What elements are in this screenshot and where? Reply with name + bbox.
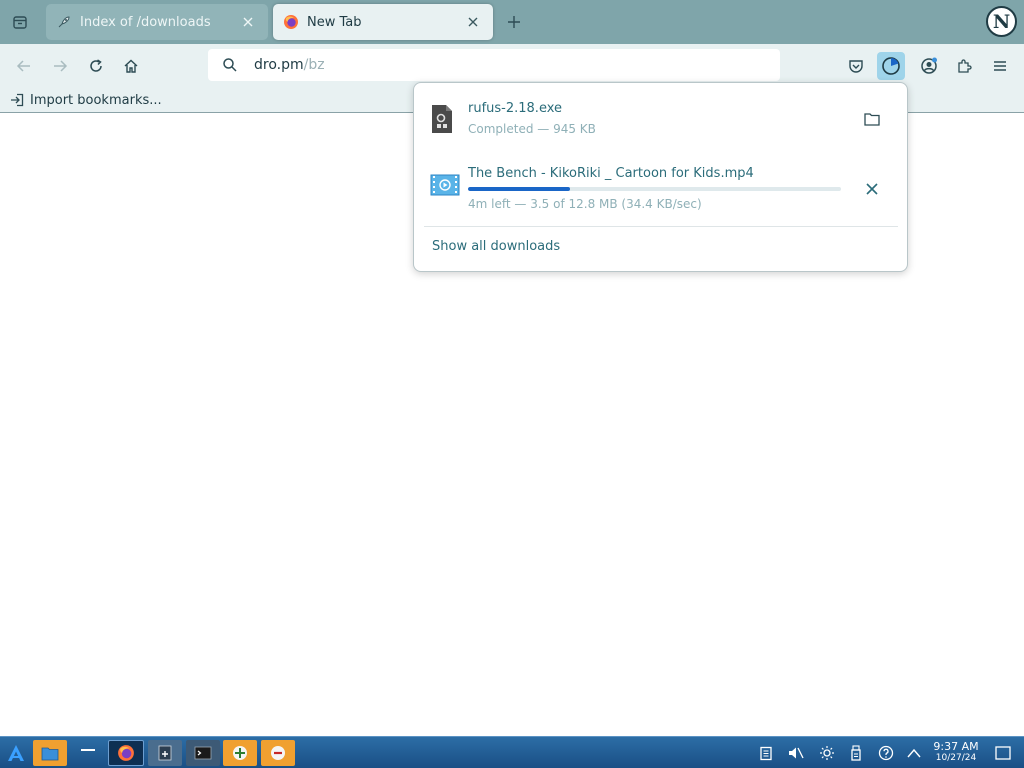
download-progress-bar (468, 187, 841, 191)
download-item[interactable]: rufus-2.18.exe Completed — 945 KB (424, 91, 898, 147)
firefox-icon (118, 745, 134, 761)
terminal-icon (194, 746, 212, 760)
tab-list-button[interactable] (6, 9, 34, 35)
package-icon (233, 746, 247, 760)
folder-icon (41, 747, 59, 761)
volume-tray-button[interactable] (786, 743, 806, 763)
tab-list-icon (13, 16, 27, 29)
import-bookmarks-label: Import bookmarks... (30, 92, 162, 108)
cancel-download-button[interactable] (858, 175, 886, 203)
tab-strip: Index of /downloads New Tab N (0, 0, 1024, 44)
download-filename: rufus-2.18.exe (468, 101, 563, 116)
tab-title: Index of /downloads (80, 14, 211, 30)
show-desktop-button[interactable] (993, 743, 1013, 763)
download-status: 4m left — 3.5 of 12.8 MB (34.4 KB/sec) (468, 197, 702, 211)
url-path: /bz (303, 57, 325, 73)
plus-icon (508, 16, 520, 28)
taskbar-clock[interactable]: 9:37 AM 10/27/24 (930, 740, 982, 764)
forward-button[interactable] (46, 52, 74, 80)
volume-muted-icon (789, 747, 804, 759)
downloads-button[interactable] (877, 52, 905, 80)
clock-date: 10/27/24 (935, 753, 977, 763)
close-icon (866, 183, 878, 195)
clipboard-tray-button[interactable] (756, 743, 776, 763)
url-text[interactable]: dro.pm/bz (254, 57, 325, 73)
tab-close-button[interactable] (463, 12, 483, 32)
clock-time: 9:37 AM (933, 740, 979, 753)
taskbar: 9:37 AM 10/27/24 (0, 736, 1024, 768)
import-icon (10, 93, 24, 107)
taskbar-app-remover[interactable] (261, 740, 295, 766)
pocket-icon (849, 60, 863, 73)
new-tab-button[interactable] (502, 10, 526, 34)
download-item[interactable]: The Bench - KikoRiki _ Cartoon for Kids.… (424, 155, 898, 219)
home-button[interactable] (117, 52, 145, 80)
firefox-icon (283, 14, 299, 30)
calculator-icon (158, 745, 172, 761)
taskbar-show-desktop[interactable] (72, 740, 104, 766)
account-icon (921, 57, 937, 74)
minus-circle-icon (271, 746, 285, 760)
pocket-button[interactable] (842, 52, 870, 80)
tab-title: New Tab (307, 14, 362, 30)
rocket-icon (56, 14, 72, 30)
folder-icon (864, 113, 880, 126)
reload-button[interactable] (82, 52, 110, 80)
netscape-logo-icon: N (992, 10, 1011, 33)
close-icon (243, 17, 253, 27)
taskbar-calculator[interactable] (148, 740, 182, 766)
download-progress-icon (882, 57, 900, 75)
menu-button[interactable] (986, 52, 1014, 80)
show-in-folder-button[interactable] (858, 105, 886, 133)
reload-icon (90, 59, 102, 72)
usb-tray-button[interactable] (846, 743, 866, 763)
search-icon (210, 57, 250, 73)
executable-file-icon (430, 104, 454, 134)
forward-arrow-icon (54, 60, 68, 72)
tab-index-downloads[interactable]: Index of /downloads (46, 4, 268, 40)
brightness-icon (820, 746, 834, 760)
home-icon (124, 59, 138, 73)
chevron-up-icon (907, 748, 921, 758)
hamburger-menu-icon (994, 61, 1006, 71)
help-icon (878, 745, 894, 761)
taskbar-terminal[interactable] (186, 740, 220, 766)
panel-divider (424, 226, 898, 227)
close-icon (468, 17, 478, 27)
desktop-icon (995, 746, 1011, 760)
app-launcher-icon (8, 745, 24, 761)
downloads-panel: rufus-2.18.exe Completed — 945 KB The Be… (413, 82, 908, 272)
download-progress-fill (468, 187, 570, 191)
taskbar-app-installer[interactable] (223, 740, 257, 766)
import-bookmarks-button[interactable]: Import bookmarks... (10, 91, 162, 109)
tab-close-button[interactable] (238, 12, 258, 32)
tray-expand-button[interactable] (904, 743, 924, 763)
show-all-downloads-link[interactable]: Show all downloads (432, 239, 560, 254)
help-tray-button[interactable] (876, 743, 896, 763)
address-bar[interactable]: dro.pm/bz (208, 49, 780, 81)
puzzle-icon (958, 59, 972, 73)
url-host: dro.pm (254, 57, 304, 73)
extensions-button[interactable] (950, 52, 978, 80)
taskbar-files[interactable] (33, 740, 67, 766)
usb-drive-icon (851, 745, 861, 761)
brightness-tray-button[interactable] (817, 743, 837, 763)
taskbar-firefox[interactable] (108, 740, 144, 766)
download-filename: The Bench - KikoRiki _ Cartoon for Kids.… (468, 166, 754, 181)
start-menu-button[interactable] (3, 740, 29, 766)
clipboard-icon (760, 746, 772, 761)
profile-avatar[interactable]: N (986, 6, 1017, 37)
video-file-icon (430, 173, 460, 197)
back-arrow-icon (16, 60, 30, 72)
account-button[interactable] (915, 52, 943, 80)
download-status: Completed — 945 KB (468, 122, 596, 136)
window-icon (81, 749, 95, 751)
tab-new-tab[interactable]: New Tab (273, 4, 493, 40)
back-button[interactable] (10, 52, 38, 80)
navigation-toolbar: dro.pm/bz (0, 44, 1024, 86)
